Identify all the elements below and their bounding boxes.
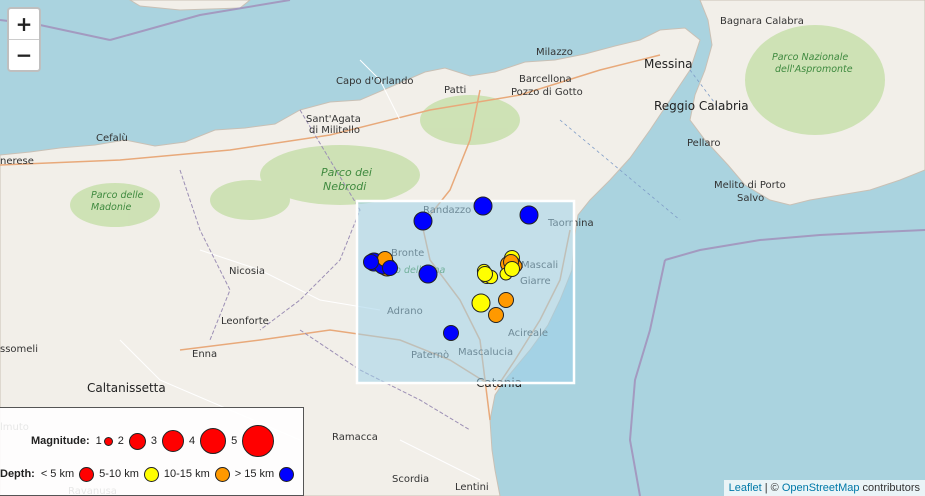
earthquake-marker[interactable] bbox=[471, 293, 491, 313]
earthquake-marker[interactable] bbox=[477, 266, 493, 282]
magnitude-swatch bbox=[103, 436, 113, 446]
magnitude-swatch bbox=[128, 432, 146, 450]
magnitude-swatch bbox=[162, 430, 185, 452]
place-label: Bagnara Calabra bbox=[720, 16, 804, 27]
map-attribution: Leaflet | © OpenStreetMap contributors bbox=[723, 480, 925, 496]
park-label: Parco Nazionale bbox=[772, 52, 848, 63]
depth-class-label: < 5 km bbox=[40, 468, 75, 480]
earthquake-marker[interactable] bbox=[413, 211, 433, 231]
place-label: Reggio Calabria bbox=[654, 99, 749, 113]
earthquake-marker[interactable] bbox=[363, 254, 379, 270]
earthquake-marker[interactable] bbox=[498, 292, 514, 308]
place-label: Milazzo bbox=[536, 47, 573, 58]
place-label: Patti bbox=[444, 85, 466, 96]
legend-panel: Magnitude: 1 2 3 4 5 Depth: < 5 km 5-10 … bbox=[0, 407, 304, 496]
earthquake-marker[interactable] bbox=[443, 325, 459, 341]
place-label: Salvo bbox=[737, 193, 764, 204]
park-label: Madonie bbox=[91, 202, 132, 213]
depth-swatch bbox=[279, 466, 295, 482]
magnitude-swatch bbox=[200, 428, 227, 454]
place-label: Nicosia bbox=[229, 266, 265, 277]
earthquake-marker[interactable] bbox=[418, 264, 438, 284]
park-label: Nebrodi bbox=[323, 180, 366, 193]
magnitude-step-label: 1 bbox=[95, 435, 102, 447]
depth-legend-row: Depth: < 5 km 5-10 km 10-15 km > 15 km bbox=[0, 465, 297, 483]
zoom-control: + − bbox=[7, 7, 41, 72]
place-label: Sant'Agata bbox=[306, 114, 361, 125]
place-label: nerese bbox=[0, 156, 34, 167]
place-label: Capo d'Orlando bbox=[336, 76, 414, 87]
earthquake-marker[interactable] bbox=[473, 196, 493, 216]
zoom-in-button[interactable]: + bbox=[9, 9, 39, 39]
place-label: Cefalù bbox=[96, 132, 128, 144]
depth-class-label: 5-10 km bbox=[99, 468, 139, 480]
place-label: Barcellona bbox=[519, 74, 572, 85]
place-label: Ramacca bbox=[332, 432, 378, 443]
place-label: Enna bbox=[192, 349, 217, 360]
park-label: Parco delle bbox=[91, 190, 144, 201]
leaflet-link[interactable]: Leaflet bbox=[729, 482, 762, 494]
place-label: Pozzo di Gotto bbox=[511, 87, 583, 98]
place-label: Leonforte bbox=[221, 316, 269, 327]
study-area-box bbox=[355, 199, 576, 385]
place-label: Scordia bbox=[392, 474, 429, 485]
place-label: Caltanissetta bbox=[87, 381, 166, 395]
earthquake-marker[interactable] bbox=[504, 261, 520, 277]
magnitude-swatch bbox=[242, 425, 275, 457]
place-label: di Militello bbox=[309, 125, 360, 136]
place-label: Pellaro bbox=[687, 138, 721, 149]
depth-legend-label: Depth: bbox=[0, 468, 35, 480]
earthquake-marker[interactable] bbox=[519, 205, 539, 225]
magnitude-legend-row: Magnitude: 1 2 3 4 5 bbox=[31, 424, 275, 458]
place-label: Messina bbox=[644, 57, 693, 71]
place-label: Melito di Porto bbox=[714, 180, 786, 191]
zoom-out-button[interactable]: − bbox=[9, 39, 39, 70]
attribution-separator: | © bbox=[761, 482, 782, 494]
attribution-suffix: contributors bbox=[859, 482, 920, 494]
magnitude-legend-label: Magnitude: bbox=[31, 435, 90, 447]
magnitude-step-label: 2 bbox=[117, 435, 124, 447]
magnitude-step-label: 3 bbox=[150, 435, 158, 447]
magnitude-step-label: 4 bbox=[189, 435, 196, 447]
park-label: Parco dei bbox=[321, 166, 372, 179]
park-label: dell'Aspromonte bbox=[775, 64, 853, 75]
depth-swatch bbox=[214, 466, 230, 482]
earthquake-marker[interactable] bbox=[382, 260, 398, 276]
depth-swatch bbox=[143, 466, 159, 482]
magnitude-step-label: 5 bbox=[231, 435, 238, 447]
place-label: ssomeli bbox=[0, 344, 38, 355]
earthquake-marker[interactable] bbox=[488, 307, 504, 323]
map-view[interactable]: Bagnara Calabra Milazzo Messina Capo d'Orla… bbox=[0, 0, 925, 496]
osm-link[interactable]: OpenStreetMap bbox=[782, 482, 860, 494]
depth-swatch bbox=[79, 466, 95, 482]
depth-class-label: > 15 km bbox=[234, 468, 275, 480]
place-label: Lentini bbox=[455, 482, 489, 493]
depth-class-label: 10-15 km bbox=[163, 468, 210, 480]
